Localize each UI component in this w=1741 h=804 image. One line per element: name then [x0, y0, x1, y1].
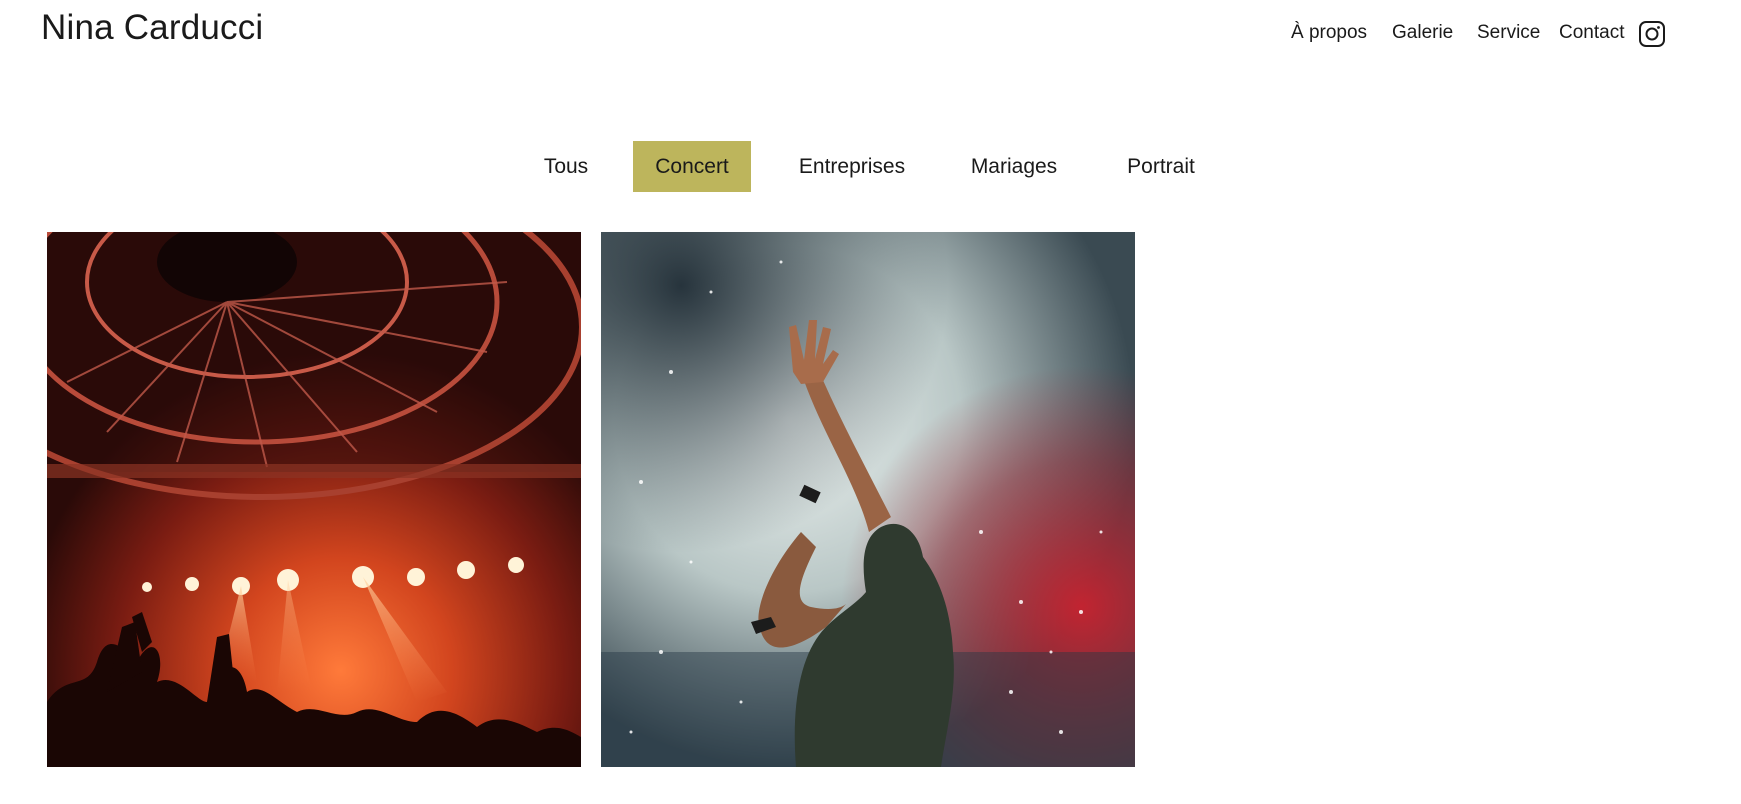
main-nav: À propos Galerie Service Contact [1291, 20, 1741, 50]
site-header: Nina Carducci À propos Galerie Service C… [0, 0, 1741, 70]
gallery-image-singer-smoke[interactable] [601, 232, 1135, 767]
instagram-icon[interactable] [1638, 20, 1666, 48]
nav-link-contact[interactable]: Contact [1559, 22, 1624, 44]
nav-link-gallery[interactable]: Galerie [1392, 22, 1453, 44]
site-title[interactable]: Nina Carducci [41, 8, 263, 48]
filter-tous[interactable]: Tous [522, 141, 610, 192]
filter-mariages[interactable]: Mariages [951, 141, 1077, 192]
gallery-image-concert-stage[interactable] [47, 232, 581, 767]
gallery-filter-bar: Tous Concert Entreprises Mariages Portra… [0, 141, 1741, 192]
filter-entreprises[interactable]: Entreprises [773, 141, 931, 192]
filter-concert[interactable]: Concert [633, 141, 751, 192]
filter-portrait[interactable]: Portrait [1104, 141, 1218, 192]
nav-link-service[interactable]: Service [1477, 22, 1540, 44]
nav-link-about[interactable]: À propos [1291, 22, 1367, 44]
